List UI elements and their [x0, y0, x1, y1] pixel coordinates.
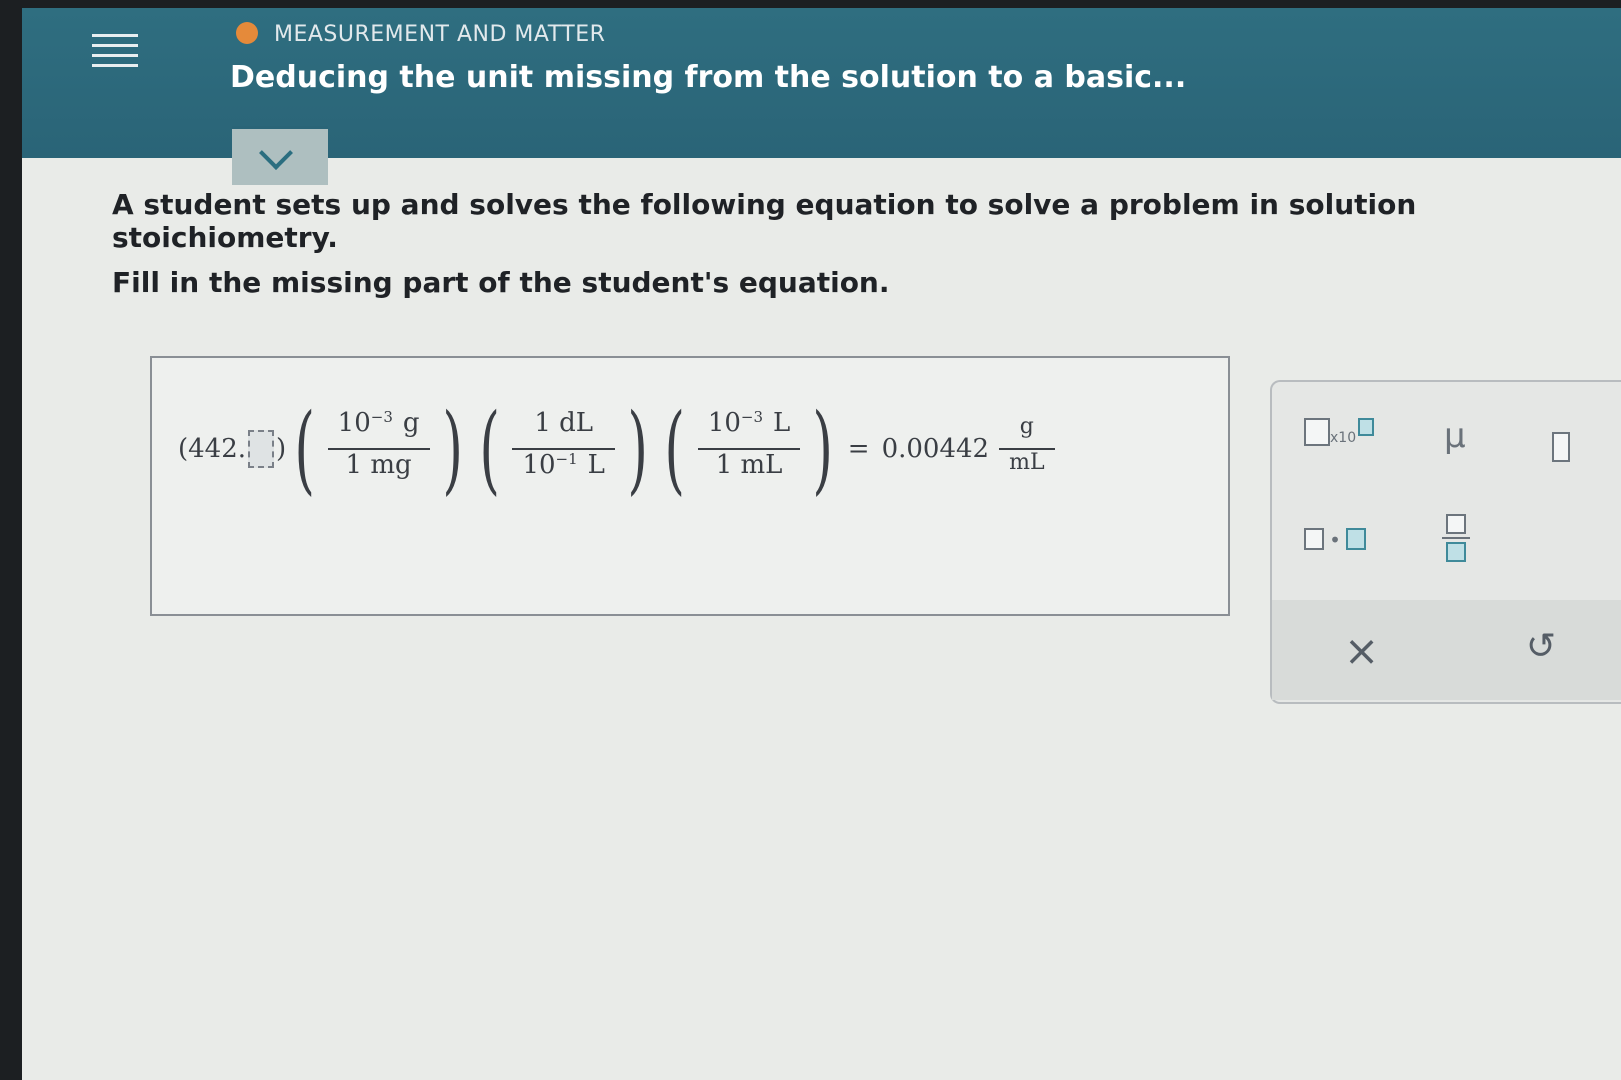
box-icon — [1304, 528, 1324, 550]
exponent-box-icon — [1358, 418, 1375, 436]
micro-symbol-button[interactable]: μ — [1444, 416, 1466, 456]
open-paren: ( — [294, 393, 316, 505]
x10-label: x10 — [1330, 430, 1357, 446]
result-unit-den: mL — [1009, 450, 1045, 475]
undo-icon[interactable]: ↺ — [1526, 626, 1556, 667]
factor2-den-unit: L — [587, 450, 605, 480]
page-title: Deducing the unit missing from the solut… — [230, 60, 1187, 95]
result-value: 0.00442 — [881, 434, 990, 464]
open-paren: ( — [479, 393, 501, 505]
numerator-box-icon — [1446, 514, 1466, 534]
factor1-num-exp: −3 — [370, 408, 393, 426]
close-paren: ) — [812, 393, 834, 505]
chevron-down-icon — [259, 136, 293, 170]
factor1-num-unit: g — [402, 408, 420, 438]
lead-value: (442. — [178, 434, 247, 464]
hamburger-menu-icon[interactable] — [92, 30, 138, 72]
clear-icon[interactable]: × — [1344, 626, 1379, 675]
conversion-factor-1: 10 −3 g 1 mg — [327, 408, 430, 490]
fraction-button[interactable] — [1442, 514, 1470, 562]
equation: (442. ) ( 10 −3 g 1 mg ) ( 1 dL 10 −1 L ) … — [178, 394, 1059, 504]
screen-bezel-left — [0, 0, 22, 1080]
conversion-factor-3: 10 −3 L 1 mL — [697, 408, 801, 490]
toolbar-actions: × ↺ — [1272, 600, 1621, 700]
equals-sign: = — [847, 434, 870, 464]
box-icon — [1552, 432, 1570, 462]
screen-bezel-top — [0, 0, 1621, 8]
conversion-factor-2: 1 dL 10 −1 L — [512, 408, 615, 490]
collapse-header-button[interactable] — [232, 126, 328, 185]
close-paren: ) — [627, 393, 648, 505]
open-paren: ( — [664, 393, 686, 505]
factor3-num-exp: −3 — [740, 408, 764, 426]
problem-statement: A student sets up and solves the followi… — [112, 188, 1417, 254]
factor1-den: 1 mg — [345, 450, 412, 480]
factor2-num: 1 dL — [534, 408, 594, 438]
factor2-den-base: 10 — [522, 450, 556, 480]
partial-tool-button[interactable] — [1552, 432, 1570, 466]
factor3-num-base: 10 — [707, 408, 741, 438]
close-paren: ) — [441, 393, 463, 505]
topic-label: MEASUREMENT AND MATTER — [274, 22, 606, 47]
scientific-notation-button[interactable]: x10 — [1304, 418, 1375, 446]
answer-area: (442. ) ( 10 −3 g 1 mg ) ( 1 dL 10 −1 L ) … — [150, 356, 1230, 616]
missing-unit-input[interactable] — [248, 430, 275, 468]
factor3-den: 1 mL — [715, 450, 783, 480]
problem-instruction: Fill in the missing part of the student'… — [112, 266, 890, 299]
result-unit: g mL — [999, 414, 1055, 484]
dot-icon: • — [1329, 528, 1341, 552]
factor1-num-base: 10 — [337, 408, 371, 438]
factor3-num-unit: L — [773, 408, 791, 438]
box-icon — [1345, 528, 1366, 550]
factor2-den-exp: −1 — [555, 450, 578, 468]
result-unit-num: g — [1019, 414, 1034, 439]
base-box-icon — [1304, 418, 1330, 446]
lead-close-paren: ) — [276, 434, 287, 464]
math-toolbar: x10 μ • × ↺ — [1270, 380, 1621, 704]
multiply-dot-button[interactable]: • — [1304, 528, 1366, 554]
denominator-box-icon — [1446, 542, 1466, 562]
topic-status-dot — [236, 22, 258, 44]
